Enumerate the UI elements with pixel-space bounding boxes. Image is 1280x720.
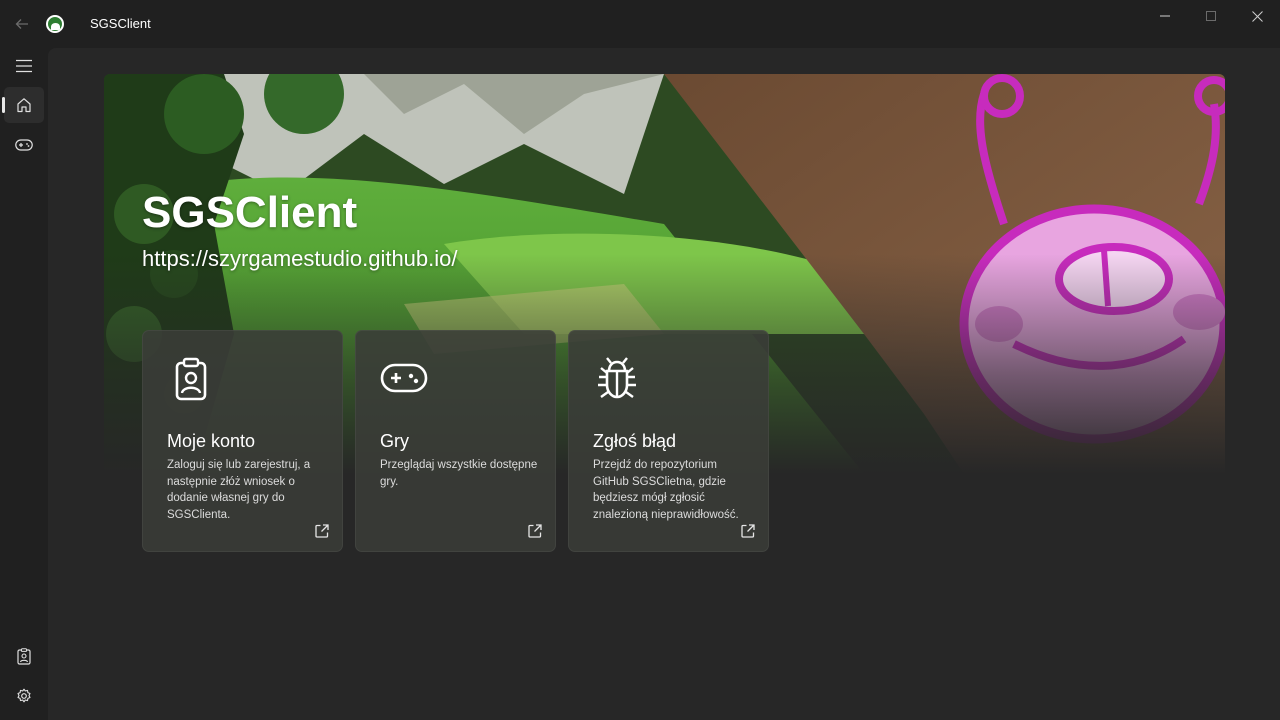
- external-link-icon[interactable]: [527, 523, 543, 539]
- hero-title: SGSClient: [142, 188, 358, 237]
- card-title: Zgłoś błąd: [593, 431, 677, 451]
- back-arrow-icon: [15, 19, 28, 29]
- gamepad-icon: [15, 139, 33, 151]
- title-bar: SGSClient: [0, 0, 1280, 48]
- id-badge-icon: [17, 647, 31, 665]
- home-icon: [17, 98, 31, 113]
- hero-url: https://szyrgamestudio.github.io/: [142, 246, 458, 271]
- navigation-rail: [0, 48, 48, 720]
- nav-item-account[interactable]: [4, 638, 44, 674]
- close-icon: [1251, 10, 1263, 22]
- nav-item-settings[interactable]: [4, 678, 44, 714]
- card-title: Moje konto: [167, 431, 256, 451]
- minimize-button[interactable]: [1142, 0, 1188, 32]
- card-description: Zaloguj się lub zarejestruj, a następnie…: [167, 459, 311, 521]
- gear-icon: [17, 688, 31, 703]
- menu-toggle-button[interactable]: [4, 48, 44, 84]
- gamepad-icon: [380, 363, 428, 393]
- hamburger-menu-icon: [16, 59, 32, 73]
- app-logo-icon: [46, 15, 64, 33]
- back-button[interactable]: [10, 12, 34, 36]
- external-link-icon[interactable]: [740, 523, 756, 539]
- maximize-button[interactable]: [1188, 0, 1234, 32]
- external-link-icon[interactable]: [314, 523, 330, 539]
- window-title: SGSClient: [90, 16, 151, 31]
- main-content: SGSClient https://szyrgamestudio.github.…: [48, 48, 1280, 720]
- maximize-icon: [1206, 11, 1216, 21]
- close-button[interactable]: [1234, 0, 1280, 32]
- card-my-account[interactable]: Moje konto Zaloguj się lub zarejestruj, …: [142, 330, 343, 552]
- card-description: Przeglądaj wszystkie dostępne gry.: [380, 459, 538, 488]
- bug-icon: [598, 357, 636, 399]
- card-games[interactable]: Gry Przeglądaj wszystkie dostępne gry.: [355, 330, 556, 552]
- card-report-bug[interactable]: Zgłoś błąd Przejdź do repozytorium GitHu…: [568, 330, 769, 552]
- id-badge-icon: [175, 357, 207, 401]
- card-title: Gry: [380, 431, 409, 451]
- minimize-icon: [1160, 15, 1170, 17]
- nav-item-home[interactable]: [2, 87, 44, 123]
- card-description: Przejdź do repozytorium GitHub SGSClietn…: [593, 459, 739, 521]
- nav-item-games[interactable]: [4, 127, 44, 163]
